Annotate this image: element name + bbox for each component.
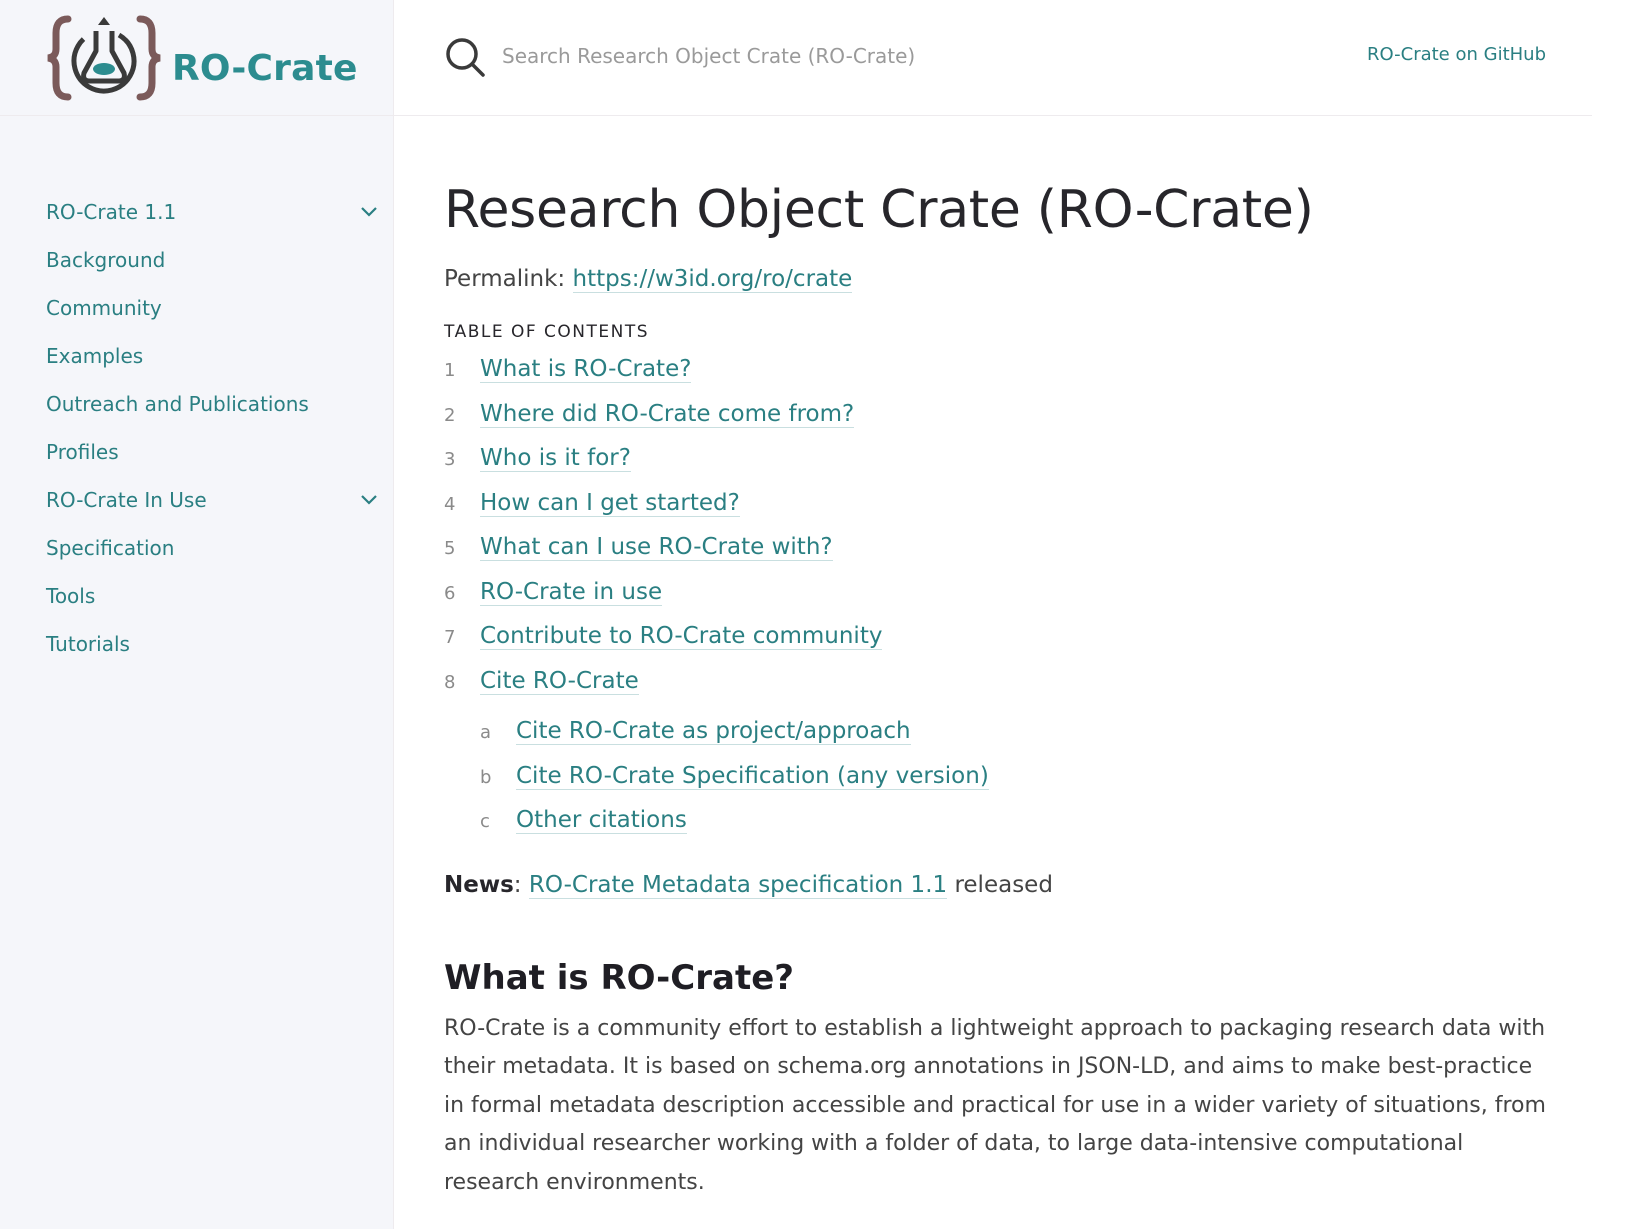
chevron-down-icon[interactable] — [358, 491, 380, 509]
toc-link[interactable]: Who is it for? — [480, 445, 631, 472]
main-content: Research Object Crate (RO-Crate) Permali… — [444, 116, 1564, 1202]
sidebar-item-tools[interactable]: Tools — [0, 572, 393, 620]
toc-heading: TABLE OF CONTENTS — [444, 322, 650, 342]
site-title: RO-Crate — [172, 48, 358, 89]
sidebar-item-ro-crate-in-use[interactable]: RO-Crate In Use — [0, 476, 393, 524]
toc-number: 4 — [444, 493, 456, 515]
toc-letter: b — [480, 766, 492, 788]
table-of-contents: 1 What is RO-Crate? 2 Where did RO-Crate c… — [444, 356, 1564, 712]
toc-link[interactable]: How can I get started? — [480, 490, 740, 517]
toc-link[interactable]: Cite RO-Crate — [480, 668, 639, 695]
sidebar-item-label: Examples — [46, 344, 144, 368]
toc-item: 3 Who is it for? — [444, 445, 1564, 490]
toc-letter: c — [480, 811, 490, 832]
sidebar-item-profiles[interactable]: Profiles — [0, 428, 393, 476]
toc-number: 6 — [444, 582, 456, 604]
toc-item: 4 How can I get started? — [444, 490, 1564, 535]
news-label: News — [444, 871, 514, 898]
sidebar-item-label: Community — [46, 296, 162, 320]
sidebar-item-community[interactable]: Community — [0, 284, 393, 332]
news-link[interactable]: RO-Crate Metadata specification 1.1 — [528, 871, 948, 899]
toc-link[interactable]: Contribute to RO-Crate community — [480, 623, 883, 650]
sidebar: RO-Crate RO-Crate 1.1 Background Communi… — [0, 0, 394, 1229]
site-header: RO-Crate — [0, 0, 393, 116]
sidebar-item-ro-crate-1-1[interactable]: RO-Crate 1.1 — [0, 188, 393, 236]
toc-item: 6 RO-Crate in use — [444, 579, 1564, 624]
home-link[interactable]: RO-Crate — [46, 11, 358, 105]
toc-link[interactable]: Cite RO-Crate as project/approach — [516, 718, 911, 745]
toc-subitem: a Cite RO-Crate as project/approach — [480, 718, 1564, 763]
news-separator: : — [513, 871, 529, 898]
sidebar-item-label: RO-Crate 1.1 — [46, 200, 177, 224]
table-of-contents-sub: a Cite RO-Crate as project/approach b Cite… — [444, 718, 1564, 852]
news-line: News: RO-Crate Metadata specification 1.… — [444, 871, 1564, 899]
toc-item: 5 What can I use RO-Crate with? — [444, 534, 1564, 579]
toc-number: 2 — [444, 404, 456, 426]
toc-link[interactable]: What can I use RO-Crate with? — [480, 534, 833, 561]
search-input[interactable] — [502, 34, 1222, 78]
sidebar-item-label: Outreach and Publications — [46, 392, 309, 416]
github-link[interactable]: RO-Crate on GitHub — [1367, 44, 1546, 65]
page-title: Research Object Crate (RO-Crate) — [444, 180, 1314, 240]
section-paragraph: RO-Crate is a community effort to establ… — [444, 1015, 1546, 1195]
toc-item: 7 Contribute to RO-Crate community — [444, 623, 1564, 668]
toc-subitem: b Cite RO-Crate Specification (any versio… — [480, 763, 1564, 808]
top-bar: RO-Crate on GitHub — [394, 0, 1592, 116]
sidebar-item-label: Specification — [46, 536, 175, 560]
toc-number: 7 — [444, 627, 456, 648]
section-heading: What is RO-Crate? — [444, 957, 794, 998]
toc-link[interactable]: Other citations — [516, 807, 687, 834]
sidebar-item-label: Tools — [46, 584, 96, 608]
toc-number: 5 — [444, 538, 456, 559]
toc-item: 1 What is RO-Crate? — [444, 356, 1564, 401]
news-suffix: released — [947, 871, 1053, 898]
sidebar-item-specification[interactable]: Specification — [0, 524, 393, 572]
chevron-down-icon[interactable] — [358, 203, 380, 221]
search-icon[interactable] — [444, 36, 486, 78]
toc-link[interactable]: RO-Crate in use — [480, 579, 663, 606]
permalink: Permalink: https://w3id.org/ro/crate — [444, 266, 1564, 293]
toc-letter: a — [480, 722, 492, 743]
toc-number: 3 — [444, 449, 456, 470]
toc-item: 2 Where did RO-Crate come from? — [444, 401, 1564, 446]
toc-item: 8 Cite RO-Crate — [444, 668, 1564, 713]
sidebar-item-tutorials[interactable]: Tutorials — [0, 620, 393, 668]
toc-link[interactable]: Cite RO-Crate Specification (any version… — [516, 763, 989, 790]
sidebar-item-outreach[interactable]: Outreach and Publications — [0, 380, 393, 428]
sidebar-item-label: Background — [46, 248, 166, 272]
sidebar-item-label: RO-Crate In Use — [46, 488, 207, 512]
permalink-url-link[interactable]: https://w3id.org/ro/crate — [572, 266, 853, 293]
permalink-label: Permalink: — [444, 266, 566, 292]
toc-number: 1 — [444, 360, 456, 381]
toc-number: 8 — [444, 671, 456, 693]
toc-link[interactable]: What is RO-Crate? — [480, 356, 692, 383]
sidebar-item-background[interactable]: Background — [0, 236, 393, 284]
sidebar-item-label: Tutorials — [46, 632, 130, 656]
toc-link[interactable]: Where did RO-Crate come from? — [480, 401, 855, 428]
ro-crate-logo-icon — [47, 15, 161, 100]
sidebar-item-examples[interactable]: Examples — [0, 332, 393, 380]
sidebar-nav: RO-Crate 1.1 Background Community Exampl… — [0, 116, 393, 668]
toc-subitem: c Other citations — [480, 807, 1564, 852]
sidebar-item-label: Profiles — [46, 440, 119, 464]
